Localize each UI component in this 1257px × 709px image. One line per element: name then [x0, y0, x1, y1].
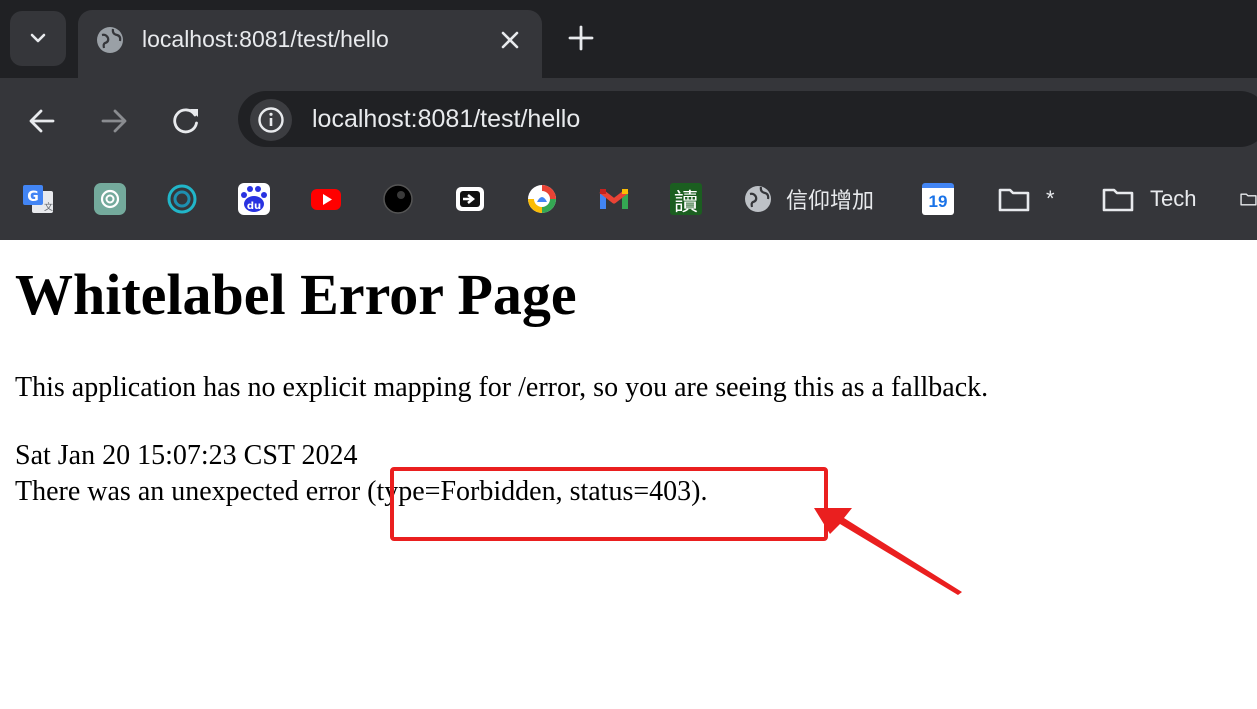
folder-icon	[1102, 188, 1134, 212]
bookmark-folder-star[interactable]: *	[998, 182, 1055, 216]
youtube-icon	[311, 189, 341, 210]
close-icon[interactable]	[496, 26, 524, 54]
gmail-icon	[599, 189, 629, 209]
calendar-icon: 19	[922, 183, 954, 215]
active-tab[interactable]: localhost:8081/test/hello	[78, 10, 542, 78]
bookmark-folder-tech[interactable]: Tech	[1102, 182, 1196, 216]
bookmark-export[interactable]	[454, 182, 486, 216]
black-circle-icon	[383, 184, 413, 214]
address-bar[interactable]: localhost:8081/test/hello	[238, 91, 1257, 147]
bookmark-baidu[interactable]: du	[238, 182, 270, 216]
url-text: localhost:8081/test/hello	[312, 105, 581, 133]
fallback-message: This application has no explicit mapping…	[15, 372, 989, 403]
chevron-down-icon	[30, 33, 46, 42]
bookmarks-bar: G 文 du 讀 信仰增加 19 * Tech	[0, 160, 1257, 240]
globe-icon	[97, 27, 123, 53]
swirl-logo-icon	[167, 184, 197, 214]
svg-text:文: 文	[44, 201, 53, 213]
bookmark-google-translate[interactable]: G 文	[22, 182, 54, 216]
bookmark-calendar[interactable]: 19	[922, 182, 954, 216]
globe-icon	[745, 186, 771, 212]
new-tab-icon[interactable]	[566, 23, 596, 53]
bookmark-faith[interactable]: 信仰增加	[742, 182, 874, 216]
site-info-button[interactable]	[250, 99, 292, 141]
reload-icon[interactable]	[171, 106, 201, 136]
google-translate-icon: G 文	[23, 185, 53, 213]
baidu-icon: du	[238, 183, 270, 215]
browser-toolbar: localhost:8081/test/hello	[0, 78, 1257, 160]
bookmark-chatgpt[interactable]	[94, 182, 126, 216]
page-title: Whitelabel Error Page	[15, 262, 577, 327]
forward-arrow-icon[interactable]	[99, 106, 129, 136]
export-icon	[456, 187, 484, 211]
du-character-icon: 讀	[670, 183, 702, 216]
chatgpt-icon	[94, 183, 126, 215]
tab-strip: localhost:8081/test/hello	[0, 0, 1257, 78]
back-arrow-icon[interactable]	[27, 106, 57, 136]
bookmark-label: *	[1046, 186, 1055, 211]
bookmark-swirl[interactable]	[166, 182, 198, 216]
calendar-day: 19	[928, 191, 948, 211]
bookmark-label: 信仰增加	[786, 188, 875, 213]
bookmark-du[interactable]: 讀	[670, 182, 702, 216]
bookmark-youtube[interactable]	[310, 182, 342, 216]
info-icon	[258, 107, 284, 133]
svg-text:G: G	[27, 189, 39, 205]
svg-text:du: du	[247, 201, 261, 212]
bookmark-black-circle[interactable]	[382, 182, 414, 216]
tab-search-button[interactable]	[10, 11, 66, 66]
bookmark-colorful[interactable]	[526, 182, 558, 216]
folder-icon	[1240, 193, 1257, 206]
folder-icon	[998, 188, 1030, 212]
colorful-bird-icon	[528, 185, 556, 213]
du-character: 讀	[674, 187, 698, 216]
annotation-highlight-box	[390, 467, 828, 541]
annotation-arrow-icon	[814, 508, 962, 595]
bookmark-overflow-folder[interactable]	[1240, 182, 1257, 216]
bookmark-label: Tech	[1150, 186, 1197, 211]
tab-title: localhost:8081/test/hello	[142, 26, 389, 52]
bookmark-gmail[interactable]	[598, 182, 630, 216]
